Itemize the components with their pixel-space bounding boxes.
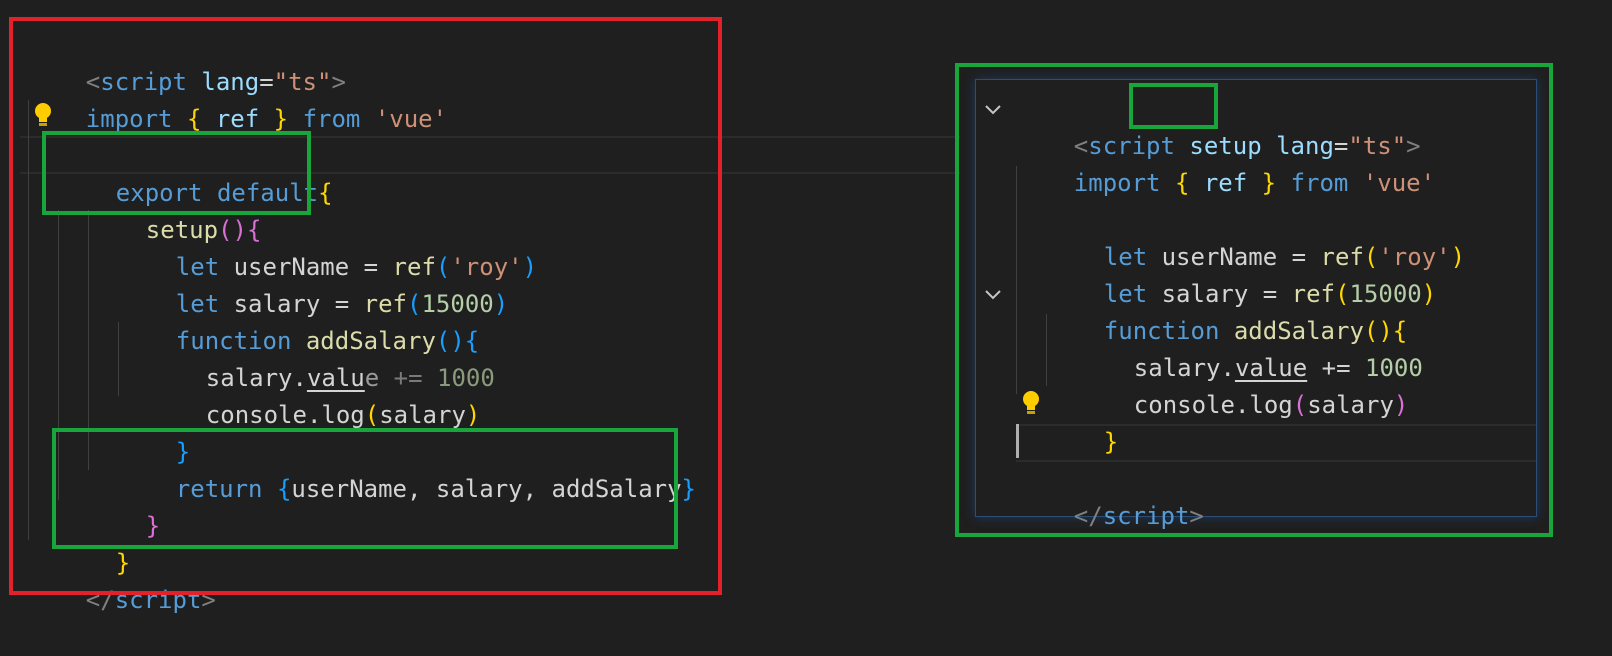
annotation-box-right-panel <box>955 63 1553 537</box>
annotation-box-export-setup <box>42 131 311 215</box>
annotation-box-setup-attr <box>1129 83 1218 129</box>
annotation-box-return <box>52 428 678 549</box>
